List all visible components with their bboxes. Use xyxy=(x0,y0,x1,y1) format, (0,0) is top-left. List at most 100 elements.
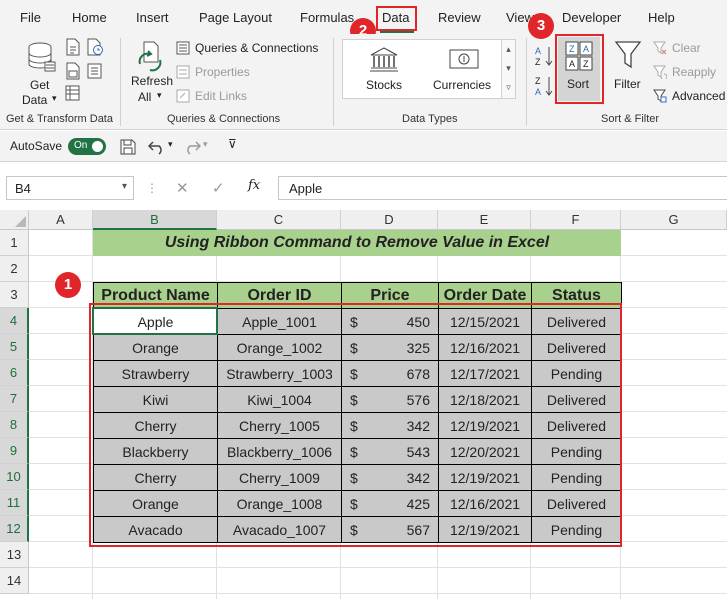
column-header-a[interactable]: A xyxy=(29,210,93,230)
edit-links-button[interactable]: Edit Links xyxy=(176,88,276,106)
name-box[interactable]: B4 ▾ xyxy=(6,176,134,200)
column-header-e[interactable]: E xyxy=(438,210,531,230)
data-types-group-label: Data Types xyxy=(402,113,458,125)
callout-badge-3: 3 xyxy=(528,13,554,39)
column-header-g[interactable]: G xyxy=(621,210,727,230)
filter-icon xyxy=(614,41,642,69)
row-header-1[interactable]: 1 xyxy=(0,230,29,256)
menu-home[interactable]: Home xyxy=(72,10,107,25)
autosave-toggle-label: On xyxy=(74,140,88,151)
refresh-label-1: Refresh xyxy=(131,74,174,88)
row-header-8[interactable]: 8 xyxy=(0,412,29,438)
from-web-icon[interactable] xyxy=(86,38,104,56)
quick-access-toolbar: AutoSave On ▾ ▾ ⊽ xyxy=(0,131,727,162)
name-box-value: B4 xyxy=(15,181,31,196)
svg-text:Z: Z xyxy=(535,76,541,86)
queries-icon xyxy=(176,41,190,55)
queries-group-label: Queries & Connections xyxy=(167,113,281,125)
refresh-all-button[interactable]: Refresh All ▾ xyxy=(128,40,174,106)
menu-review[interactable]: Review xyxy=(438,10,481,25)
sort-ascending-button[interactable]: A Z xyxy=(534,44,556,68)
menu-page-layout[interactable]: Page Layout xyxy=(199,10,272,25)
queries-connections-label: Queries & Connections xyxy=(195,41,319,55)
sort-descending-button[interactable]: Z A xyxy=(534,74,556,98)
formula-input[interactable]: Apple xyxy=(278,176,727,200)
row-header-2[interactable]: 2 xyxy=(0,256,29,282)
menu-insert[interactable]: Insert xyxy=(136,10,169,25)
customize-toolbar-icon[interactable]: ⊽ xyxy=(228,137,237,151)
svg-text:A: A xyxy=(535,46,541,56)
clear-filter-icon xyxy=(653,41,667,55)
row-header-11[interactable]: 11 xyxy=(0,490,29,516)
svg-text:A: A xyxy=(535,87,541,97)
menu-developer[interactable]: Developer xyxy=(562,10,621,25)
menu-formulas[interactable]: Formulas xyxy=(300,10,354,25)
sheet-title-cell[interactable]: Using Ribbon Command to Remove Value in … xyxy=(93,230,621,256)
menu-file[interactable]: File xyxy=(20,10,41,25)
currencies-button[interactable]: Currencies xyxy=(431,44,497,96)
cancel-icon[interactable]: ✕ xyxy=(176,179,189,197)
save-icon[interactable] xyxy=(120,139,136,155)
row-header-3[interactable]: 3 xyxy=(0,282,29,308)
sort-z-a-icon: Z A xyxy=(535,76,553,97)
existing-connections-icon[interactable] xyxy=(65,84,81,102)
enter-icon[interactable]: ✓ xyxy=(212,179,225,197)
stocks-icon xyxy=(370,47,398,72)
autosave-toggle[interactable]: On xyxy=(68,138,106,155)
row-header-10[interactable]: 10 xyxy=(0,464,29,490)
reapply-label: Reapply xyxy=(672,65,717,79)
recent-sources-icon[interactable] xyxy=(86,62,104,80)
column-header-f[interactable]: F xyxy=(531,210,621,230)
properties-button[interactable]: Properties xyxy=(176,64,276,82)
spreadsheet-grid[interactable]: A B C D E F G 1 2 3 4 5 6 7 8 9 10 11 12 13 14 Using … xyxy=(0,210,727,599)
insert-function-icon[interactable]: fx xyxy=(248,178,260,193)
row-header-14[interactable]: 14 xyxy=(0,568,29,594)
row-header-13[interactable]: 13 xyxy=(0,542,29,568)
currencies-icon xyxy=(449,49,479,69)
stocks-label: Stocks xyxy=(366,78,403,92)
get-data-button[interactable]: Get Data ▾ xyxy=(22,40,62,107)
undo-icon[interactable] xyxy=(148,139,166,155)
row-header-4[interactable]: 4 xyxy=(0,308,29,334)
advanced-button[interactable]: Advanced xyxy=(653,88,727,106)
filter-label: Filter xyxy=(614,77,641,91)
data-types-scroll[interactable]: ▴ ▾ ▿ xyxy=(501,39,516,99)
queries-connections-button[interactable]: Queries & Connections xyxy=(176,40,326,58)
row-header-12[interactable]: 12 xyxy=(0,516,29,542)
reapply-button[interactable]: Reapply xyxy=(653,64,725,82)
get-transform-group-label: Get & Transform Data xyxy=(6,113,113,125)
redo-icon[interactable] xyxy=(183,139,201,155)
column-header-d[interactable]: D xyxy=(341,210,438,230)
from-text-icon[interactable] xyxy=(65,38,81,56)
chevron-down-icon: ▾ xyxy=(157,90,162,100)
chevron-down-icon: ▾ xyxy=(52,93,57,103)
more-options-icon: ⋮ xyxy=(146,181,158,195)
redo-dropdown-icon[interactable]: ▾ xyxy=(203,139,208,150)
row-header-6[interactable]: 6 xyxy=(0,360,29,386)
clear-label: Clear xyxy=(672,41,701,55)
get-data-label-2: Data xyxy=(22,93,48,107)
clear-button[interactable]: Clear xyxy=(653,40,723,58)
get-data-label-1: Get xyxy=(30,78,50,92)
row-header-9[interactable]: 9 xyxy=(0,438,29,464)
callout-badge-1: 1 xyxy=(55,272,81,298)
sort-a-z-icon: A Z xyxy=(535,46,553,67)
reapply-icon xyxy=(653,65,667,79)
edit-links-icon xyxy=(176,89,190,103)
data-range-highlight xyxy=(89,303,622,547)
stocks-button[interactable]: Stocks xyxy=(353,44,415,96)
filter-button[interactable]: Filter xyxy=(610,40,646,100)
select-all-corner[interactable] xyxy=(0,210,29,230)
column-header-b[interactable]: B xyxy=(93,210,217,230)
column-header-c[interactable]: C xyxy=(217,210,341,230)
row-header-5[interactable]: 5 xyxy=(0,334,29,360)
menu-help[interactable]: Help xyxy=(648,10,675,25)
from-table-icon[interactable] xyxy=(65,62,81,80)
undo-dropdown-icon[interactable]: ▾ xyxy=(168,139,173,150)
group-separator xyxy=(333,38,334,126)
edit-links-label: Edit Links xyxy=(195,89,248,103)
row-header-7[interactable]: 7 xyxy=(0,386,29,412)
data-types-gallery: Stocks Currencies xyxy=(342,39,516,99)
group-separator xyxy=(526,38,527,126)
sort-button-highlight xyxy=(555,34,604,104)
